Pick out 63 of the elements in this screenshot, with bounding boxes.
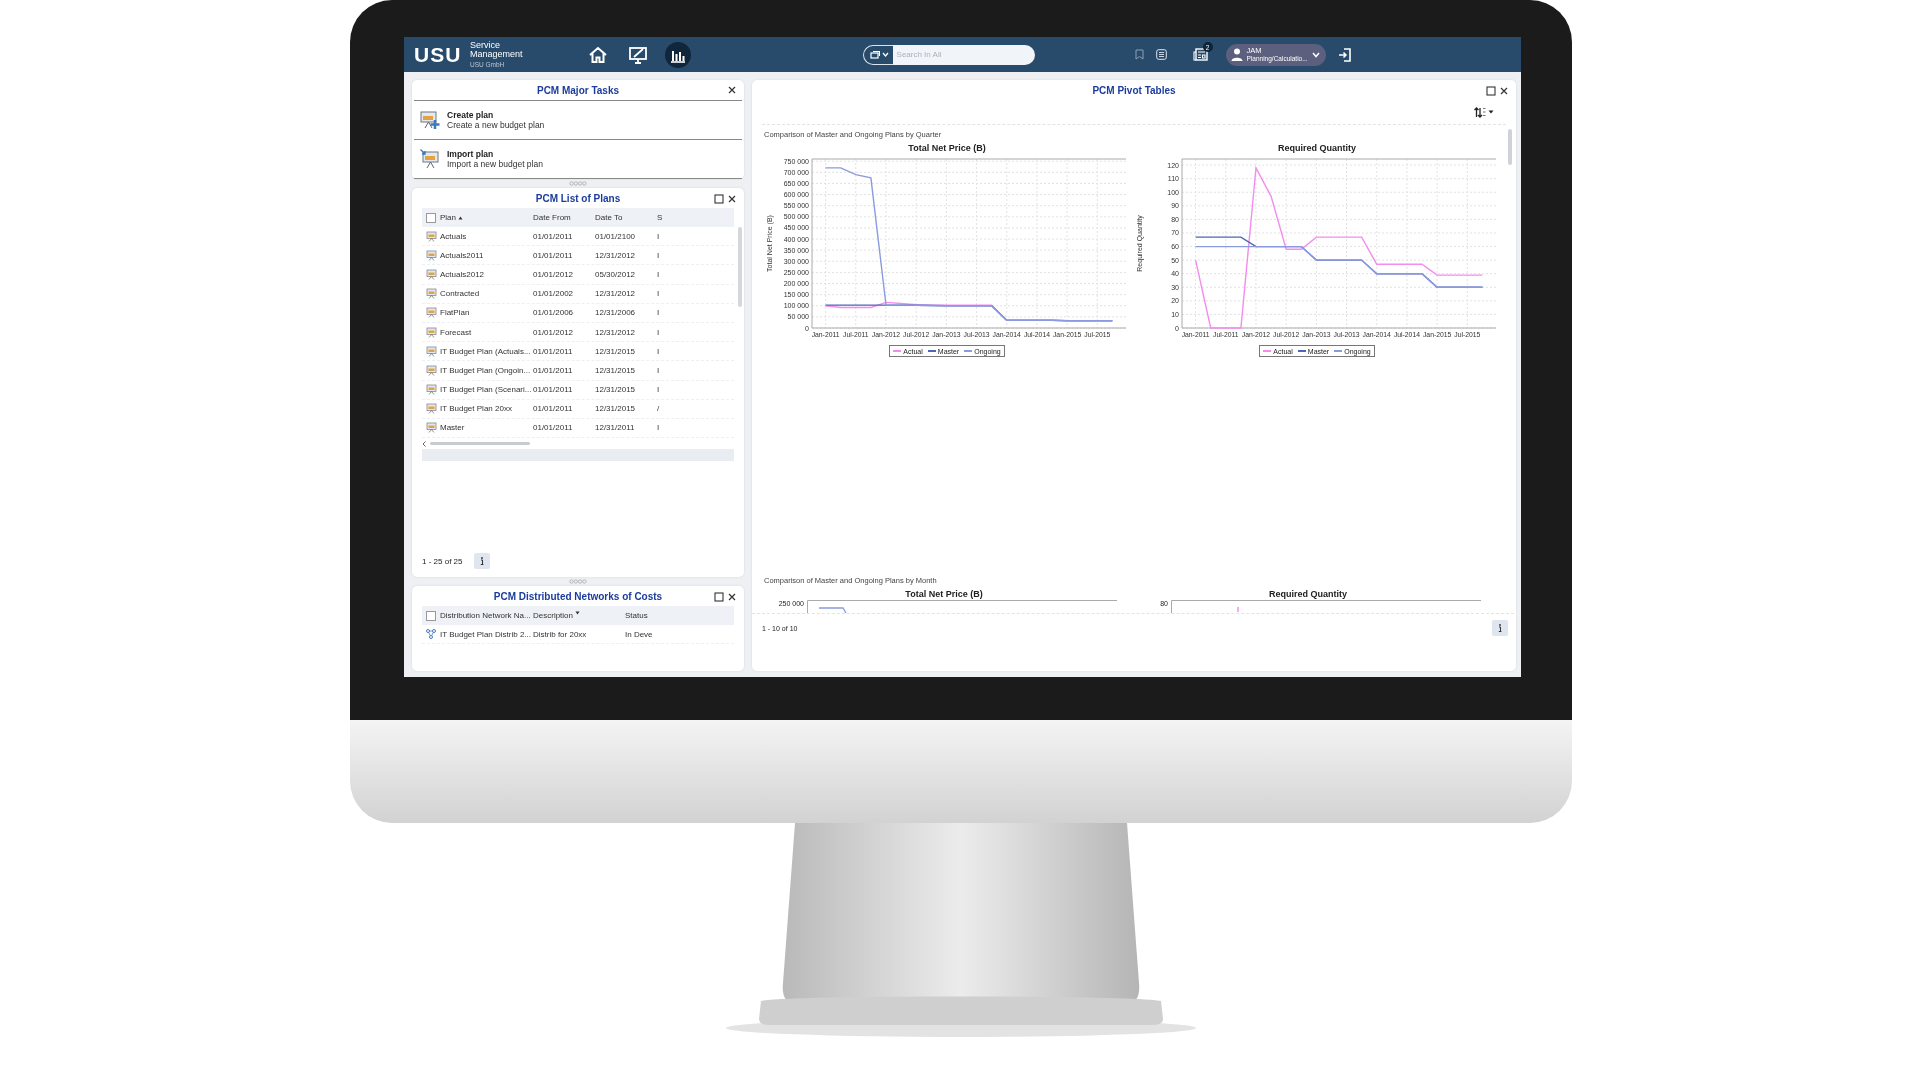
table-cell-text: 05/30/2012: [595, 269, 637, 279]
table-cell-text: Actuals2011: [440, 250, 485, 260]
table-cell-text: I: [657, 385, 661, 395]
table-cell-text: I: [657, 289, 661, 299]
table-cell-text: I: [657, 269, 661, 279]
table-cell-text: 12/31/2011: [595, 423, 636, 433]
table-cell-text: 01/01/2012: [533, 269, 575, 279]
table-cell-text: 12/31/2012: [595, 327, 637, 337]
table-cell-text: IT Budget Plan (Ongoin...: [440, 365, 532, 375]
table-cell-text: 12/31/2015: [595, 404, 637, 414]
table-cell-text: IT Budget Plan Distrib 2...: [440, 629, 532, 639]
table-cell-text: I: [657, 250, 661, 260]
product-name: Service: [470, 40, 501, 50]
table-cell-text: 01/01/2100: [595, 231, 637, 241]
table-cell-text: 01/01/2011: [533, 346, 574, 356]
table-cell-text: 01/01/2011: [533, 404, 574, 414]
table-cell-text: 01/01/2011: [533, 231, 574, 241]
table-cell-text: 01/01/2011: [533, 365, 574, 375]
table-cell-text: /: [657, 404, 661, 414]
table-cell-text: 01/01/2011: [533, 423, 574, 433]
table-cell-text: 12/31/2015: [595, 346, 637, 356]
chart-title: Total Net Price (B): [905, 589, 983, 599]
task-title: Create plan: [447, 110, 495, 120]
chart-title: Required Quantity: [1278, 143, 1356, 153]
table-cell-text: IT Budget Plan (Actuals...: [440, 346, 532, 356]
table-cell-text: 12/31/2012: [595, 289, 637, 299]
table-cell-text: 01/01/2012: [533, 327, 575, 337]
table-cell-text: I: [657, 231, 661, 241]
table-cell-text: Master: [440, 423, 466, 433]
pager-label: 1 - 25 of 25: [422, 556, 463, 566]
table-cell-text: I: [657, 346, 661, 356]
table-cell-text: 01/01/2006: [533, 308, 575, 318]
table-cell-text: 01/01/2002: [533, 289, 575, 299]
panel-title: PCM Distributed Networks of Costs: [493, 590, 663, 602]
panel-title: PCM List of Plans: [535, 192, 621, 204]
panel-title: PCM Major Tasks: [536, 84, 620, 96]
table-cell-text: IT Budget Plan 20xx: [440, 404, 513, 414]
table-cell-text: FlatPlan: [440, 308, 471, 318]
chart-title: Total Net Price (B): [908, 143, 986, 153]
table-cell-text: 12/31/2006: [595, 308, 637, 318]
table-cell-text: 12/31/2012: [595, 250, 637, 260]
table-cell-text: 12/31/2015: [595, 385, 637, 395]
logo: USU: [414, 42, 458, 67]
table-cell-text: 01/01/2011: [533, 250, 574, 260]
chart-title: Required Quantity: [1269, 589, 1347, 599]
task-title: Import plan: [447, 149, 495, 159]
table-cell-text: 01/01/2011: [533, 385, 574, 395]
panel-title: PCM Pivot Tables: [1092, 84, 1176, 96]
task-description: Import a new budget plan: [447, 159, 543, 169]
table-cell-text: Actuals2012: [440, 269, 486, 279]
table-cell-text: Actuals: [440, 231, 468, 241]
task-description: Create a new budget plan: [447, 120, 545, 130]
table-cell-text: I: [657, 308, 661, 318]
table-cell: IT Budget Plan (Scenari...: [440, 385, 533, 395]
table-cell-text: I: [657, 365, 661, 375]
product-name: Management: [470, 49, 523, 59]
table-cell-text: I: [657, 423, 661, 433]
table-cell-text: In Deve: [625, 629, 654, 639]
table-cell-text: Forecast: [440, 327, 473, 337]
table-cell-text: I: [657, 327, 661, 337]
table-cell-text: Contracted: [440, 289, 481, 299]
table-cell-text: Distrib for 20xx: [533, 629, 588, 639]
table-cell-text: 12/31/2015: [595, 365, 637, 375]
